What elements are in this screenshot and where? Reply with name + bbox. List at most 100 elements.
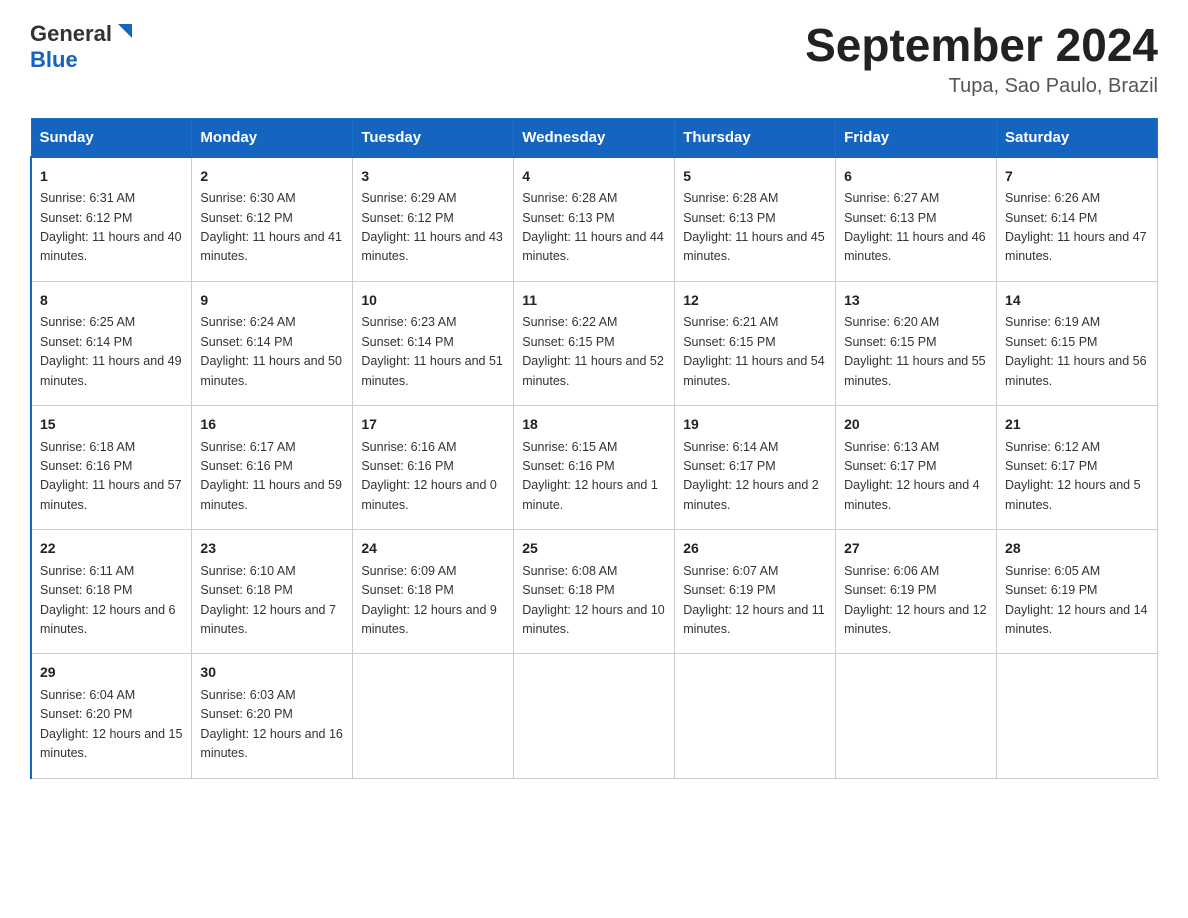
sunset: Sunset: 6:16 PM xyxy=(200,459,292,473)
day-number: 30 xyxy=(200,662,344,684)
calendar-cell xyxy=(675,654,836,778)
sunrise: Sunrise: 6:20 AM xyxy=(844,315,939,329)
month-year-title: September 2024 xyxy=(805,20,1158,71)
daylight: Daylight: 12 hours and 2 minutes. xyxy=(683,478,819,511)
sunset: Sunset: 6:17 PM xyxy=(683,459,775,473)
sunrise: Sunrise: 6:24 AM xyxy=(200,315,295,329)
calendar-week-row: 8Sunrise: 6:25 AMSunset: 6:14 PMDaylight… xyxy=(31,281,1158,405)
page-header: General Blue September 2024 Tupa, Sao Pa… xyxy=(30,20,1158,98)
daylight: Daylight: 11 hours and 56 minutes. xyxy=(1005,354,1147,387)
sunrise: Sunrise: 6:03 AM xyxy=(200,688,295,702)
calendar-cell: 5Sunrise: 6:28 AMSunset: 6:13 PMDaylight… xyxy=(675,157,836,282)
day-number: 5 xyxy=(683,166,827,188)
daylight: Daylight: 12 hours and 4 minutes. xyxy=(844,478,980,511)
sunset: Sunset: 6:19 PM xyxy=(683,583,775,597)
day-number: 23 xyxy=(200,538,344,560)
daylight: Daylight: 11 hours and 52 minutes. xyxy=(522,354,664,387)
calendar-cell: 19Sunrise: 6:14 AMSunset: 6:17 PMDayligh… xyxy=(675,405,836,529)
calendar-cell: 21Sunrise: 6:12 AMSunset: 6:17 PMDayligh… xyxy=(997,405,1158,529)
calendar-cell: 13Sunrise: 6:20 AMSunset: 6:15 PMDayligh… xyxy=(836,281,997,405)
calendar-cell xyxy=(353,654,514,778)
daylight: Daylight: 11 hours and 41 minutes. xyxy=(200,230,342,263)
sunrise: Sunrise: 6:07 AM xyxy=(683,564,778,578)
sunset: Sunset: 6:17 PM xyxy=(844,459,936,473)
daylight: Daylight: 12 hours and 5 minutes. xyxy=(1005,478,1141,511)
calendar-cell: 8Sunrise: 6:25 AMSunset: 6:14 PMDaylight… xyxy=(31,281,192,405)
calendar-cell: 2Sunrise: 6:30 AMSunset: 6:12 PMDaylight… xyxy=(192,157,353,282)
sunset: Sunset: 6:12 PM xyxy=(200,211,292,225)
daylight: Daylight: 11 hours and 59 minutes. xyxy=(200,478,342,511)
sunset: Sunset: 6:13 PM xyxy=(683,211,775,225)
daylight: Daylight: 11 hours and 47 minutes. xyxy=(1005,230,1147,263)
sunrise: Sunrise: 6:04 AM xyxy=(40,688,135,702)
calendar-cell: 29 Sunrise: 6:04 AM Sunset: 6:20 PM Dayligh… xyxy=(31,654,192,778)
day-number: 9 xyxy=(200,290,344,312)
sunset: Sunset: 6:15 PM xyxy=(683,335,775,349)
day-number: 2 xyxy=(200,166,344,188)
col-header-thursday: Thursday xyxy=(675,118,836,157)
sunrise: Sunrise: 6:21 AM xyxy=(683,315,778,329)
daylight: Daylight: 11 hours and 51 minutes. xyxy=(361,354,503,387)
day-number: 4 xyxy=(522,166,666,188)
sunset: Sunset: 6:18 PM xyxy=(361,583,453,597)
day-number: 29 xyxy=(40,662,183,684)
day-number: 28 xyxy=(1005,538,1149,560)
sunrise: Sunrise: 6:27 AM xyxy=(844,191,939,205)
calendar-cell: 4Sunrise: 6:28 AMSunset: 6:13 PMDaylight… xyxy=(514,157,675,282)
calendar-cell: 23Sunrise: 6:10 AMSunset: 6:18 PMDayligh… xyxy=(192,530,353,654)
calendar-cell: 17Sunrise: 6:16 AMSunset: 6:16 PMDayligh… xyxy=(353,405,514,529)
sunrise: Sunrise: 6:11 AM xyxy=(40,564,134,578)
sunrise: Sunrise: 6:18 AM xyxy=(40,440,135,454)
daylight: Daylight: 12 hours and 12 minutes. xyxy=(844,603,986,636)
day-number: 17 xyxy=(361,414,505,436)
col-header-saturday: Saturday xyxy=(997,118,1158,157)
sunrise: Sunrise: 6:25 AM xyxy=(40,315,135,329)
calendar-week-row: 29 Sunrise: 6:04 AM Sunset: 6:20 PM Dayligh… xyxy=(31,654,1158,778)
day-number: 27 xyxy=(844,538,988,560)
sunrise: Sunrise: 6:15 AM xyxy=(522,440,617,454)
calendar-cell: 27Sunrise: 6:06 AMSunset: 6:19 PMDayligh… xyxy=(836,530,997,654)
col-header-wednesday: Wednesday xyxy=(514,118,675,157)
calendar-table: SundayMondayTuesdayWednesdayThursdayFrid… xyxy=(30,118,1158,779)
calendar-cell: 11 Sunrise: 6:22 AM Sunset: 6:15 PM Dayligh… xyxy=(514,281,675,405)
calendar-cell: 30Sunrise: 6:03 AMSunset: 6:20 PMDayligh… xyxy=(192,654,353,778)
calendar-week-row: 1Sunrise: 6:31 AMSunset: 6:12 PMDaylight… xyxy=(31,157,1158,282)
calendar-header-row: SundayMondayTuesdayWednesdayThursdayFrid… xyxy=(31,118,1158,157)
sunset: Sunset: 6:15 PM xyxy=(522,335,614,349)
calendar-cell: 7Sunrise: 6:26 AMSunset: 6:14 PMDaylight… xyxy=(997,157,1158,282)
sunset: Sunset: 6:15 PM xyxy=(844,335,936,349)
sunset: Sunset: 6:14 PM xyxy=(1005,211,1097,225)
sunset: Sunset: 6:18 PM xyxy=(40,583,132,597)
day-number: 11 xyxy=(522,290,666,312)
day-number: 26 xyxy=(683,538,827,560)
calendar-cell: 18Sunrise: 6:15 AMSunset: 6:16 PMDayligh… xyxy=(514,405,675,529)
day-number: 6 xyxy=(844,166,988,188)
daylight: Daylight: 12 hours and 11 minutes. xyxy=(683,603,825,636)
day-number: 8 xyxy=(40,290,183,312)
day-number: 14 xyxy=(1005,290,1149,312)
calendar-cell xyxy=(997,654,1158,778)
sunrise: Sunrise: 6:10 AM xyxy=(200,564,295,578)
daylight: Daylight: 11 hours and 49 minutes. xyxy=(40,354,182,387)
daylight: Daylight: 12 hours and 10 minutes. xyxy=(522,603,664,636)
daylight: Daylight: 12 hours and 9 minutes. xyxy=(361,603,497,636)
sunrise: Sunrise: 6:17 AM xyxy=(200,440,295,454)
sunset: Sunset: 6:20 PM xyxy=(200,707,292,721)
calendar-cell: 14Sunrise: 6:19 AMSunset: 6:15 PMDayligh… xyxy=(997,281,1158,405)
sunrise: Sunrise: 6:22 AM xyxy=(522,315,617,329)
day-number: 16 xyxy=(200,414,344,436)
daylight: Daylight: 12 hours and 15 minutes. xyxy=(40,727,182,760)
day-number: 15 xyxy=(40,414,183,436)
calendar-cell: 22Sunrise: 6:11 AMSunset: 6:18 PMDayligh… xyxy=(31,530,192,654)
sunset: Sunset: 6:19 PM xyxy=(1005,583,1097,597)
calendar-cell: 28Sunrise: 6:05 AMSunset: 6:19 PMDayligh… xyxy=(997,530,1158,654)
day-number: 12 xyxy=(683,290,827,312)
sunset: Sunset: 6:17 PM xyxy=(1005,459,1097,473)
day-number: 1 xyxy=(40,166,183,188)
daylight: Daylight: 11 hours and 57 minutes. xyxy=(40,478,182,511)
sunset: Sunset: 6:16 PM xyxy=(522,459,614,473)
day-number: 19 xyxy=(683,414,827,436)
day-number: 10 xyxy=(361,290,505,312)
sunset: Sunset: 6:20 PM xyxy=(40,707,132,721)
sunrise: Sunrise: 6:28 AM xyxy=(522,191,617,205)
